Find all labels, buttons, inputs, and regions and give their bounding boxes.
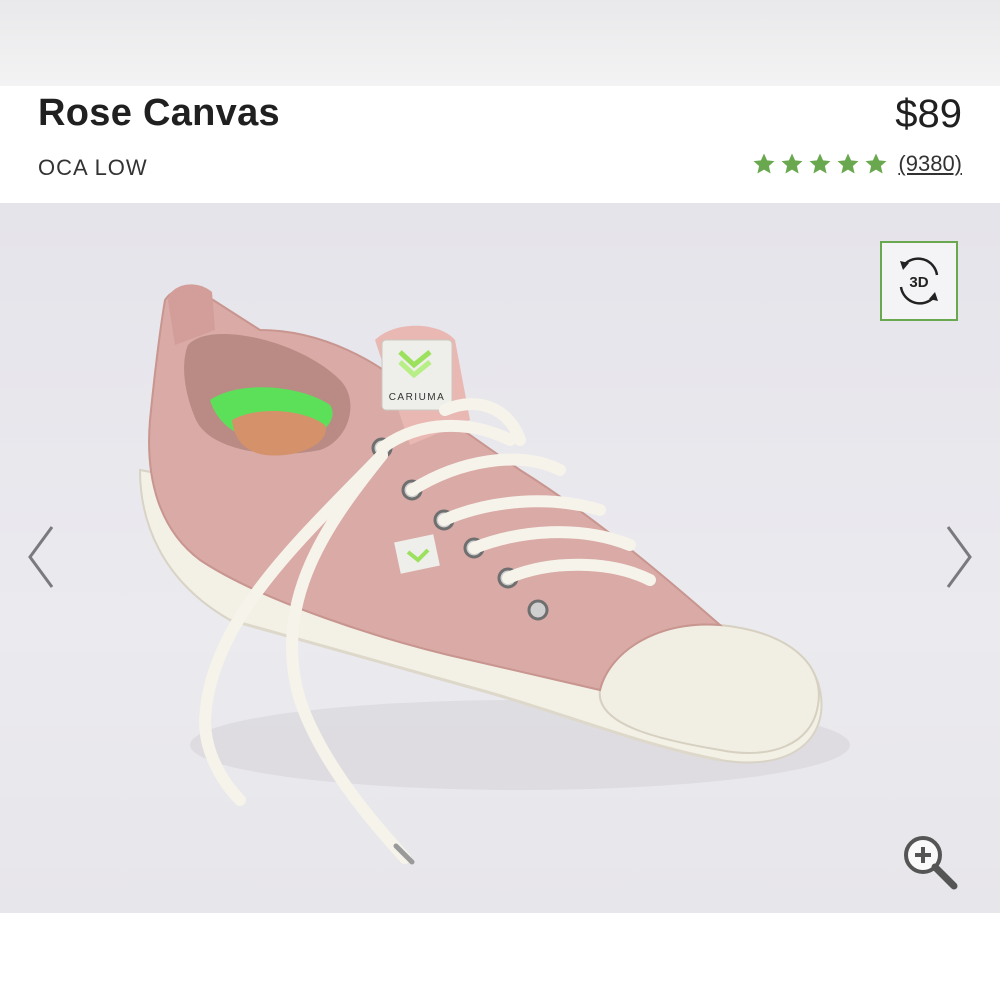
star-icon xyxy=(781,153,803,174)
star-icon xyxy=(837,153,859,174)
rating: (9380) xyxy=(752,149,962,179)
chevron-left-icon xyxy=(28,526,54,588)
next-image-button[interactable] xyxy=(944,525,974,589)
zoom-button[interactable] xyxy=(898,830,960,892)
star-icon xyxy=(753,153,775,174)
shoe-brand-tag: CARIUMA xyxy=(389,392,446,403)
star-icon xyxy=(865,153,887,174)
product-image-gallery[interactable]: CARIUMA xyxy=(0,203,1000,913)
page-footer-space xyxy=(0,913,1000,1000)
review-count-link[interactable]: (9380) xyxy=(898,151,962,177)
badge-3d-label: 3D xyxy=(909,274,928,291)
chevron-right-icon xyxy=(946,526,972,588)
star-icon xyxy=(809,153,831,174)
product-model: OCA LOW xyxy=(38,155,148,180)
previous-image-button[interactable] xyxy=(26,525,56,589)
zoom-in-icon xyxy=(904,836,958,890)
product-title: Rose Canvas xyxy=(38,92,280,134)
top-band xyxy=(0,0,1000,86)
rating-stars xyxy=(752,152,888,176)
view-3d-button[interactable]: 3D xyxy=(880,241,958,321)
product-price: $89 xyxy=(895,92,962,136)
rotate-3d-icon: 3D xyxy=(899,257,939,305)
product-image: CARIUMA xyxy=(138,284,850,865)
